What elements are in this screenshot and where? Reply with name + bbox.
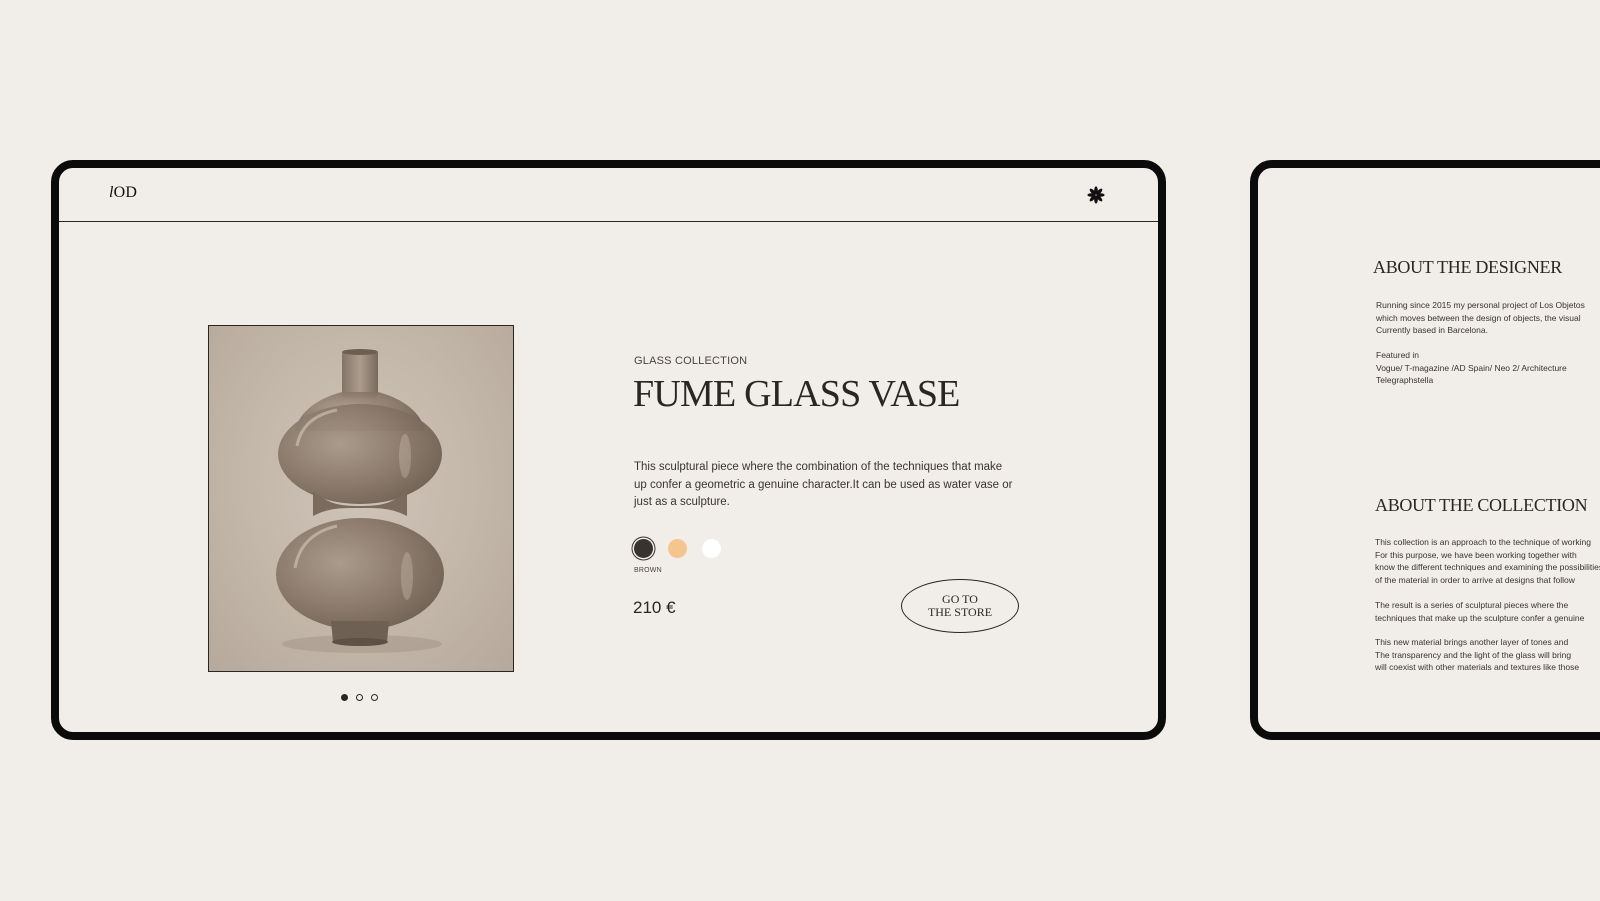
logo[interactable]: lOD bbox=[109, 184, 137, 202]
collection-line: This collection is an approach to the te… bbox=[1375, 537, 1591, 547]
designer-heading: ABOUT THE DESIGNER bbox=[1373, 257, 1562, 277]
presentation-stage: lOD GLASS COLLECTION FUME GLASS VASE Thi… bbox=[0, 0, 1600, 901]
carousel-dots bbox=[341, 694, 378, 701]
collection-paragraph-1: This collection is an approach to the te… bbox=[1375, 536, 1600, 586]
carousel-dot-2[interactable] bbox=[356, 694, 363, 701]
featured-line: Telegraphstella bbox=[1376, 375, 1434, 385]
selected-color-label: BROWN bbox=[634, 567, 662, 574]
featured-text: Featured in Vogue/ T-magazine /AD Spain/… bbox=[1376, 349, 1567, 387]
logo-suffix: OD bbox=[113, 184, 138, 201]
product-description: This sculptural piece where the combinat… bbox=[634, 461, 1013, 508]
collection-label: GLASS COLLECTION bbox=[634, 355, 748, 367]
carousel-dot-3[interactable] bbox=[371, 694, 378, 701]
designer-line: Currently based in Barcelona. bbox=[1376, 325, 1488, 335]
collection-line: of the material in order to arrive at de… bbox=[1375, 574, 1575, 585]
swatch-white[interactable] bbox=[702, 539, 721, 558]
carousel-dot-1[interactable] bbox=[341, 694, 348, 701]
collection-line: techniques that make up the sculpture co… bbox=[1375, 612, 1585, 623]
cta-line-2: THE STORE bbox=[927, 605, 993, 619]
collection-heading: ABOUT THE COLLECTION bbox=[1375, 495, 1588, 515]
collection-line: know the different techniques and examin… bbox=[1375, 562, 1600, 572]
asterisk-flower-icon[interactable] bbox=[1086, 185, 1106, 205]
featured-line: Vogue/ T-magazine /AD Spain/ Neo 2/ Arch… bbox=[1376, 362, 1567, 373]
swatch-brown[interactable] bbox=[634, 539, 653, 558]
collection-line: The result is a series of sculptural pie… bbox=[1375, 600, 1569, 610]
swatch-peach[interactable] bbox=[668, 539, 687, 558]
collection-paragraph-3: This new material brings another layer o… bbox=[1375, 636, 1579, 674]
collection-line: will coexist with other materials and te… bbox=[1375, 662, 1580, 672]
product-price: 210 € bbox=[633, 598, 676, 617]
featured-label: Featured in bbox=[1376, 350, 1419, 360]
go-to-store-button[interactable]: GO TO THE STORE bbox=[901, 579, 1019, 633]
product-photo bbox=[208, 325, 514, 672]
designer-line: Running since 2015 my personal project o… bbox=[1376, 300, 1585, 310]
side-device-frame: ABOUT THE DESIGNER Running since 2015 my… bbox=[1250, 160, 1600, 740]
collection-paragraph-2: The result is a series of sculptural pie… bbox=[1375, 599, 1584, 624]
top-bar: lOD bbox=[59, 168, 1158, 222]
product-title: FUME GLASS VASE bbox=[633, 373, 960, 415]
collection-line: For this purpose, we have been working t… bbox=[1375, 549, 1577, 560]
collection-line: The transparency and the light of the gl… bbox=[1375, 649, 1572, 660]
designer-line: which moves between the design of object… bbox=[1376, 312, 1581, 323]
designer-text: Running since 2015 my personal project o… bbox=[1376, 299, 1585, 337]
main-device-frame: lOD GLASS COLLECTION FUME GLASS VASE Thi… bbox=[51, 160, 1166, 740]
collection-line: This new material brings another layer o… bbox=[1375, 637, 1569, 647]
color-swatches bbox=[634, 539, 721, 558]
